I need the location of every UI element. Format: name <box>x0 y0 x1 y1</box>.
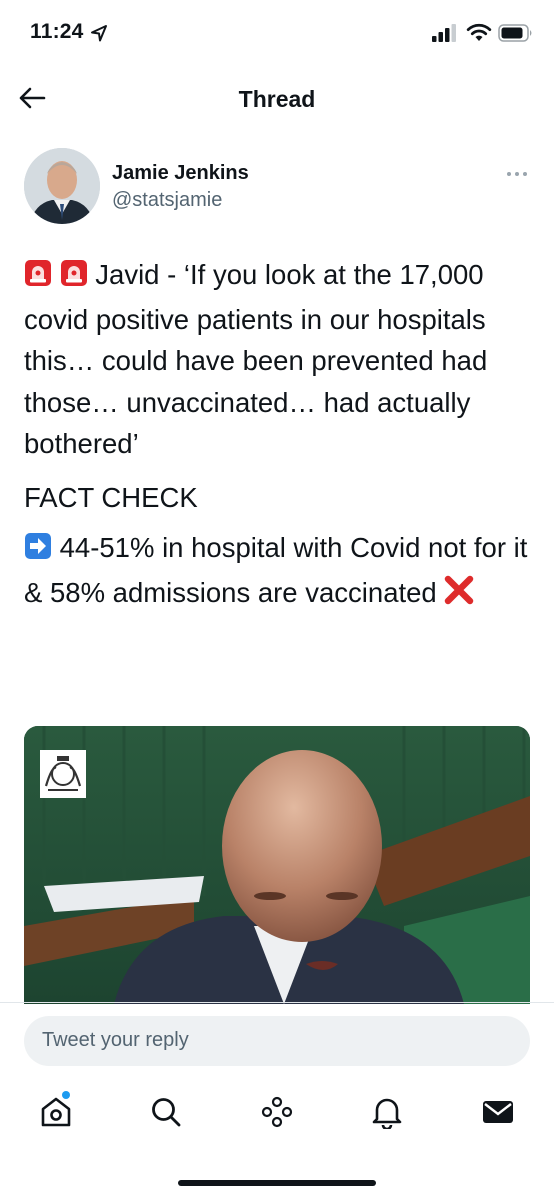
cross-icon <box>444 575 474 617</box>
quote-paragraph: Javid - ‘If you look at the 17,000 covid… <box>24 254 534 465</box>
battery-icon <box>498 24 534 47</box>
home-icon <box>39 1095 73 1134</box>
reply-placeholder: Tweet your reply <box>42 1029 189 1051</box>
cellular-signal-icon <box>432 24 458 47</box>
home-indicator <box>178 1180 376 1186</box>
fact-check-heading: FACT CHECK <box>24 481 198 513</box>
tab-messages[interactable] <box>476 1092 520 1136</box>
more-dots-icon <box>507 172 511 176</box>
bottom-tab-bar <box>0 1080 554 1150</box>
siren-icon <box>60 257 88 299</box>
search-icon <box>149 1095 183 1134</box>
right-arrow-icon <box>24 530 52 572</box>
thread-header: Thread <box>0 70 554 130</box>
mail-icon <box>481 1095 515 1134</box>
home-notification-dot <box>62 1091 70 1099</box>
status-bar: 11:24 <box>0 0 554 70</box>
more-dot <box>515 172 519 176</box>
siren-icon <box>24 257 52 299</box>
more-options-button[interactable] <box>500 164 534 184</box>
tab-notifications[interactable] <box>365 1092 409 1136</box>
claim-paragraph: 44-51% in hospital with Covid not for it… <box>24 527 534 616</box>
page-title: Thread <box>238 86 316 112</box>
author-name[interactable]: Jamie Jenkins <box>112 162 249 185</box>
tab-spaces[interactable] <box>255 1092 299 1136</box>
location-arrow-icon <box>90 24 108 47</box>
spaces-icon <box>259 1095 295 1134</box>
quote-text: Javid - ‘If you look at the 17,000 covid… <box>24 259 488 459</box>
tab-search[interactable] <box>144 1092 188 1136</box>
reply-input[interactable]: Tweet your reply <box>24 1016 530 1066</box>
status-time: 11:24 <box>30 20 84 43</box>
tweet-media[interactable] <box>24 726 530 1004</box>
bell-icon <box>370 1095 404 1134</box>
more-dot <box>523 172 527 176</box>
author-handle[interactable]: @statsjamie <box>112 189 222 212</box>
tweet-body: Javid - ‘If you look at the 17,000 covid… <box>24 254 534 625</box>
wifi-icon <box>466 22 492 47</box>
avatar[interactable] <box>24 148 100 224</box>
tab-home[interactable] <box>34 1092 78 1136</box>
divider <box>0 1002 554 1003</box>
